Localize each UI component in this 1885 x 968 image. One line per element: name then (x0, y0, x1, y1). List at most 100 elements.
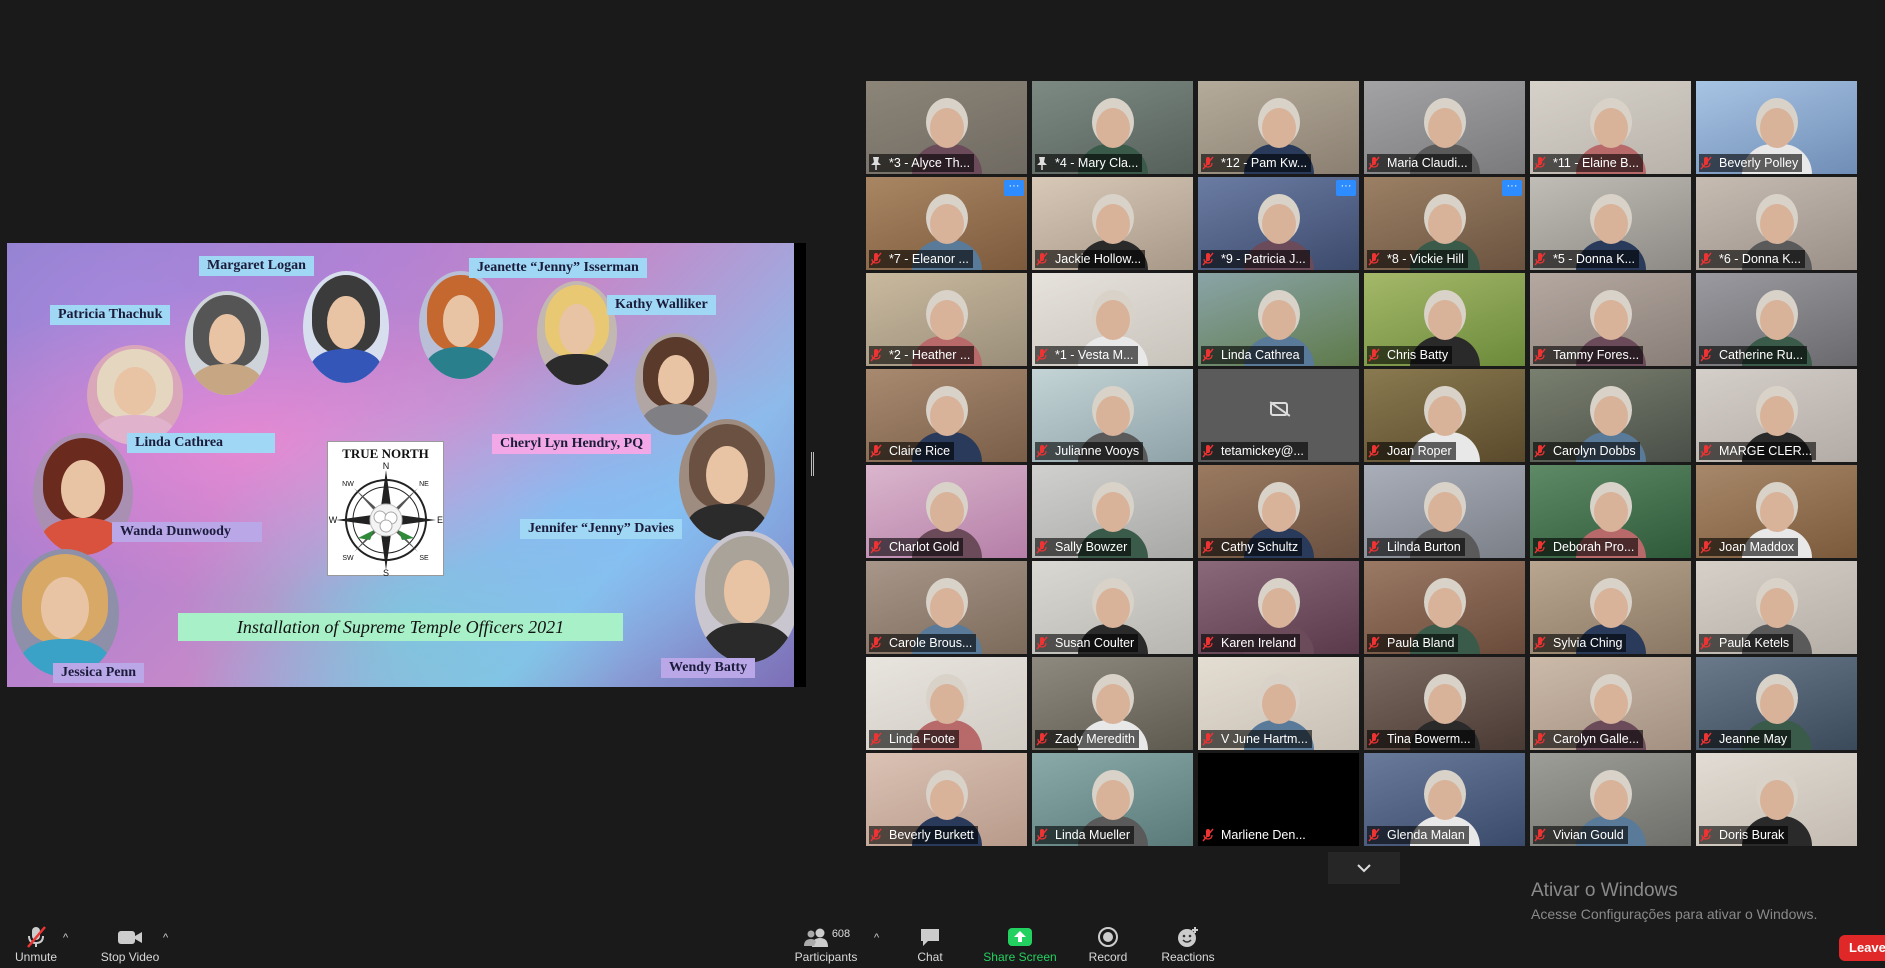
participant-tile[interactable]: MARGE CLER... (1696, 369, 1857, 462)
participant-name: Linda Cathrea (1201, 346, 1304, 364)
participant-tile[interactable]: Carolyn Galle... (1530, 657, 1691, 750)
participants-icon (803, 928, 828, 947)
participant-tile[interactable]: Cathy Schultz (1198, 465, 1359, 558)
chat-button[interactable]: Chat (910, 924, 950, 968)
portrait-center-woman (303, 271, 389, 383)
stop-video-button[interactable]: Stop Video (96, 924, 164, 968)
participant-name: *12 - Pam Kw... (1201, 154, 1312, 172)
microphone-muted-icon (1202, 156, 1216, 172)
participant-tile[interactable]: Paula Bland (1364, 561, 1525, 654)
participant-tile[interactable]: Zady Meredith (1032, 657, 1193, 750)
unmute-label: Unmute (14, 950, 58, 964)
participant-tile[interactable]: Sally Bowzer (1032, 465, 1193, 558)
participant-tile[interactable]: Glenda Malan (1364, 753, 1525, 846)
video-options-caret[interactable]: ^ (163, 932, 168, 944)
portrait-cheryl (635, 333, 717, 435)
portrait-jennifer (679, 419, 775, 541)
participant-tile[interactable]: *7 - Eleanor ... ··· (866, 177, 1027, 270)
participants-button[interactable]: 608 Participants (790, 924, 862, 968)
participant-name: *3 - Alyce Th... (869, 154, 975, 172)
participant-tile[interactable]: Paula Ketels (1696, 561, 1857, 654)
participant-tile[interactable]: *1 - Vesta M... (1032, 273, 1193, 366)
split-view-divider[interactable] (811, 452, 814, 476)
participant-tile[interactable]: Claire Rice (866, 369, 1027, 462)
participant-tile[interactable]: Lilnda Burton (1364, 465, 1525, 558)
participant-tile[interactable]: *11 - Elaine B... (1530, 81, 1691, 174)
participant-more-button[interactable]: ··· (1004, 180, 1024, 196)
participant-tile[interactable]: Doris Burak (1696, 753, 1857, 846)
microphone-muted-icon (1368, 540, 1382, 556)
participant-name: Catherine Ru... (1699, 346, 1808, 364)
participant-tile[interactable]: Beverly Burkett (866, 753, 1027, 846)
microphone-muted-icon (1700, 444, 1714, 460)
participant-tile[interactable]: tetamickey@... (1198, 369, 1359, 462)
participant-tile[interactable]: Tammy Fores... (1530, 273, 1691, 366)
participant-tile[interactable]: Deborah Pro... (1530, 465, 1691, 558)
participant-tile[interactable]: Carolyn Dobbs (1530, 369, 1691, 462)
participant-tile[interactable]: Beverly Polley (1696, 81, 1857, 174)
participant-name: Marliene Den... (1201, 826, 1310, 844)
participant-name: V June Hartm... (1201, 730, 1312, 748)
participant-tile[interactable]: Catherine Ru... (1696, 273, 1857, 366)
microphone-muted-icon (870, 348, 884, 364)
participant-tile[interactable]: Joan Maddox (1696, 465, 1857, 558)
participant-tile[interactable]: *5 - Donna K... (1530, 177, 1691, 270)
participant-tile[interactable]: Sylvia Ching (1530, 561, 1691, 654)
participant-tile[interactable]: Joan Roper (1364, 369, 1525, 462)
participant-more-button[interactable]: ··· (1502, 180, 1522, 196)
participant-name: Cathy Schultz (1201, 538, 1303, 556)
gallery-scroll-down-button[interactable] (1328, 852, 1400, 884)
label-jennifer-davies: Jennifer “Jenny” Davies (520, 519, 682, 539)
participant-name: *7 - Eleanor ... (869, 250, 973, 268)
portrait-jeanette (419, 271, 503, 379)
participant-tile[interactable]: *9 - Patricia J... ··· (1198, 177, 1359, 270)
participant-tile[interactable]: Julianne Vooys (1032, 369, 1193, 462)
participant-tile[interactable]: *4 - Mary Cla... (1032, 81, 1193, 174)
audio-options-caret[interactable]: ^ (63, 932, 68, 944)
participant-tile[interactable]: *8 - Vickie Hill ··· (1364, 177, 1525, 270)
installation-banner: Installation of Supreme Temple Officers … (178, 613, 623, 641)
reactions-button[interactable]: Reactions (1160, 924, 1216, 968)
microphone-muted-icon (1036, 348, 1050, 364)
participant-tile[interactable]: Linda Foote (866, 657, 1027, 750)
participant-tile[interactable]: Maria Claudi... (1364, 81, 1525, 174)
participant-tile[interactable]: Charlot Gold (866, 465, 1027, 558)
participant-tile[interactable]: Tina Bowerm... (1364, 657, 1525, 750)
microphone-muted-icon (1700, 252, 1714, 268)
microphone-muted-icon (1534, 540, 1548, 556)
record-icon (1098, 927, 1118, 947)
share-screen-button[interactable]: Share Screen (980, 924, 1060, 968)
participant-tile[interactable]: Linda Cathrea (1198, 273, 1359, 366)
participant-tile[interactable]: Chris Batty (1364, 273, 1525, 366)
share-screen-label: Share Screen (983, 950, 1057, 964)
participant-tile[interactable]: Karen Ireland (1198, 561, 1359, 654)
participant-tile[interactable]: Susan Coulter (1032, 561, 1193, 654)
participant-tile[interactable]: Vivian Gould (1530, 753, 1691, 846)
microphone-muted-icon (1036, 732, 1050, 748)
participant-tile[interactable]: Carole Brous... (866, 561, 1027, 654)
windows-activation-title: Ativar o Windows (1531, 880, 1678, 901)
unmute-button[interactable]: Unmute (10, 924, 62, 968)
participant-tile[interactable]: Jeanne May (1696, 657, 1857, 750)
participant-name: *2 - Heather ... (869, 346, 975, 364)
participant-tile[interactable]: *6 - Donna K... (1696, 177, 1857, 270)
participants-label: Participants (794, 950, 858, 964)
participant-more-button[interactable]: ··· (1336, 180, 1356, 196)
leave-button[interactable]: Leave (1839, 935, 1885, 961)
participant-tile[interactable]: *2 - Heather ... (866, 273, 1027, 366)
participant-tile[interactable]: *3 - Alyce Th... (866, 81, 1027, 174)
participant-tile[interactable]: Marliene Den... (1198, 753, 1359, 846)
participant-tile[interactable]: V June Hartm... (1198, 657, 1359, 750)
participant-tile[interactable]: *12 - Pam Kw... (1198, 81, 1359, 174)
participant-tile[interactable]: Jackie Hollow... (1032, 177, 1193, 270)
participant-tile[interactable]: Linda Mueller (1032, 753, 1193, 846)
record-button[interactable]: Record (1086, 924, 1130, 968)
microphone-muted-icon (1700, 732, 1714, 748)
microphone-muted-icon (1534, 732, 1548, 748)
participant-name: Tammy Fores... (1533, 346, 1644, 364)
portrait-jessica (11, 549, 119, 677)
participants-options-caret[interactable]: ^ (874, 932, 879, 944)
participant-name: MARGE CLER... (1699, 442, 1817, 460)
label-wendy-batty: Wendy Batty (661, 658, 756, 678)
label-patricia-thachuk: Patricia Thachuk (50, 305, 171, 325)
